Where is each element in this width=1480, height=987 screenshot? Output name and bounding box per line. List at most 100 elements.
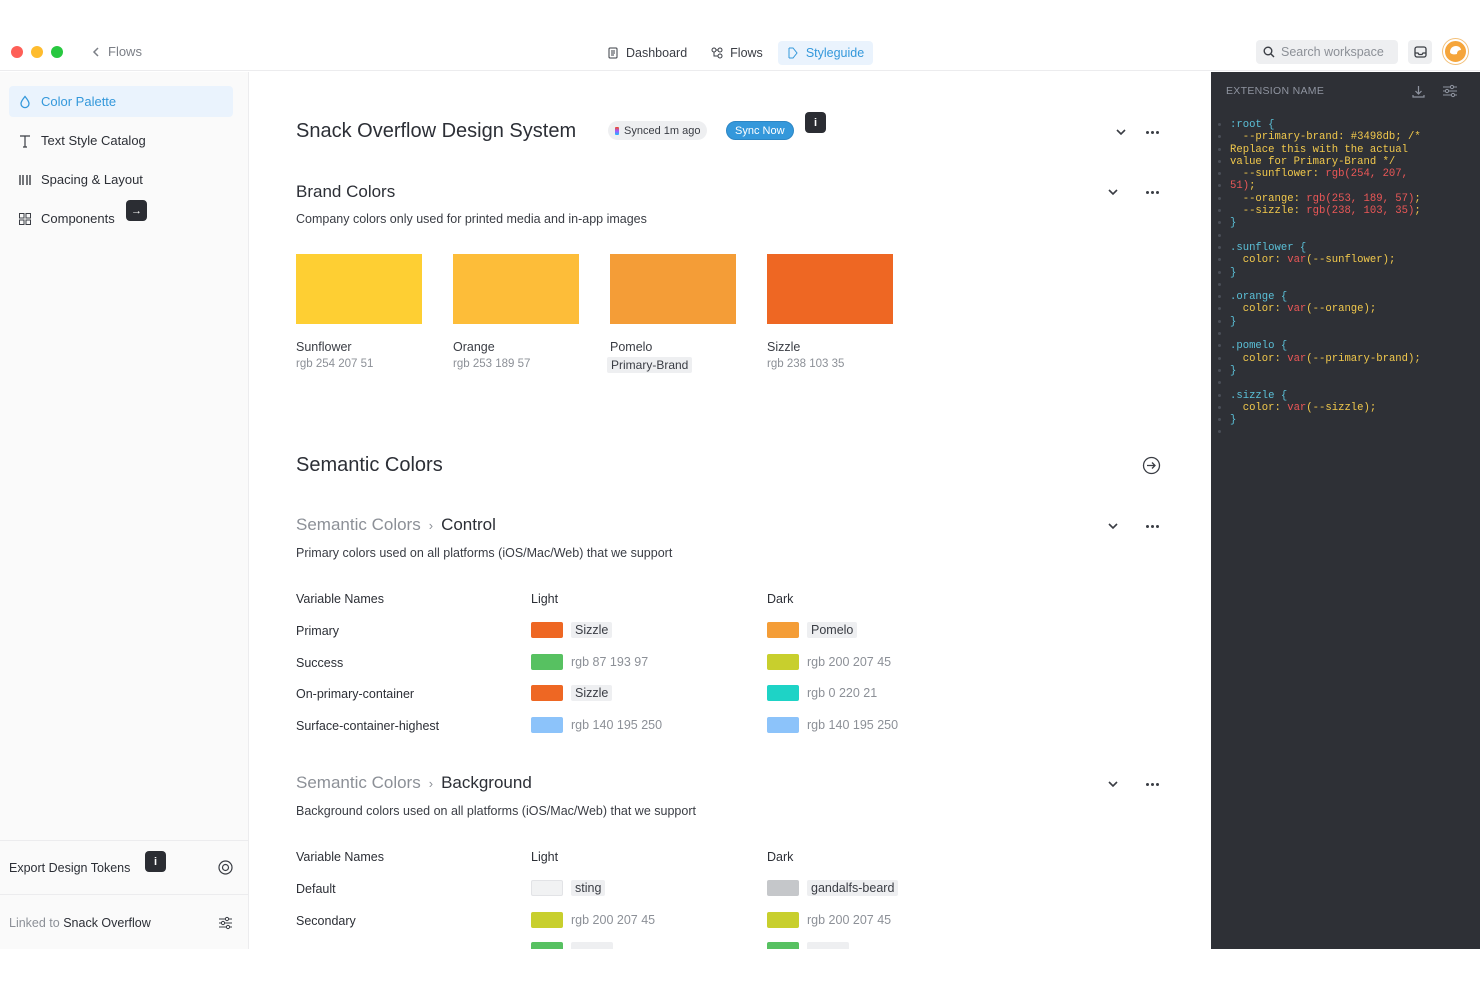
light-color-cell[interactable]: rgb 200 207 45: [531, 911, 656, 928]
avatar-icon: [1450, 46, 1461, 55]
code-token: rgb(254, 207,: [1325, 168, 1409, 181]
color-value: rgb 200 207 45: [571, 912, 656, 927]
swatch-token-ref[interactable]: Primary-Brand: [607, 357, 693, 373]
back-label: Flows: [108, 44, 142, 59]
more-menu-button[interactable]: [1144, 518, 1160, 534]
dark-color-cell[interactable]: gandalfs-beard: [767, 880, 899, 896]
dark-color-cell[interactable]: rgb 200 207 45: [767, 911, 891, 928]
info-icon[interactable]: i: [145, 851, 166, 872]
chevron-down-icon[interactable]: [1106, 185, 1120, 199]
light-color-cell[interactable]: Sizzle: [531, 622, 613, 638]
search-placeholder: Search workspace: [1281, 45, 1384, 59]
code-line: }: [1230, 267, 1421, 279]
swatch-orange[interactable]: [453, 254, 579, 324]
token-ref[interactable]: Sizzle: [571, 685, 613, 701]
dark-color-cell[interactable]: rgb 140 195 250: [767, 716, 898, 733]
color-chip: [531, 653, 563, 670]
dark-color-cell[interactable]: rgb 200 207 45: [767, 653, 891, 670]
sync-now-button[interactable]: Sync Now: [726, 121, 794, 140]
breadcrumb-background: Semantic Colors › Background: [296, 773, 532, 793]
avatar[interactable]: [1443, 39, 1468, 64]
breadcrumb-root[interactable]: Semantic Colors: [296, 515, 421, 535]
code-line: --sunflower: rgb(254, 207,: [1230, 168, 1421, 180]
close-window-button[interactable]: [11, 46, 23, 58]
code-token: color:: [1230, 401, 1288, 414]
dark-color-cell[interactable]: Pomelo: [767, 622, 858, 638]
swatch-sunflower[interactable]: [296, 254, 422, 324]
tab-flows[interactable]: Flows: [702, 41, 772, 65]
code-line: color: var(--primary-brand);: [1230, 353, 1421, 365]
settings-sliders-icon[interactable]: [1442, 84, 1458, 98]
light-color-cell[interactable]: rgb 87 193 97: [531, 653, 648, 670]
code-token: ;: [1414, 205, 1421, 218]
zoom-window-button[interactable]: [51, 46, 63, 58]
gutter-dot: [1218, 147, 1221, 151]
search-input[interactable]: Search workspace: [1256, 40, 1398, 64]
chevron-down-icon[interactable]: [1114, 125, 1128, 139]
dark-color-cell[interactable]: rgb 0 220 21: [767, 685, 877, 701]
back-link[interactable]: Flows: [92, 44, 142, 59]
code-token: color:: [1230, 352, 1288, 365]
token-ref[interactable]: Sizzle: [571, 622, 613, 638]
arrow-right-icon[interactable]: →: [126, 200, 147, 221]
gutter-dot: [1218, 393, 1221, 397]
swatch-pomelo[interactable]: [610, 254, 736, 324]
settings-sliders-icon[interactable]: [218, 916, 233, 930]
export-design-tokens-link[interactable]: Export Design Tokens: [9, 861, 130, 875]
more-menu-button[interactable]: [1144, 124, 1160, 140]
code-token: ;: [1249, 180, 1256, 193]
linked-name[interactable]: Snack Overflow: [63, 916, 151, 930]
token-ref[interactable]: sting: [571, 880, 606, 896]
spacing-icon: [19, 174, 31, 185]
light-color-cell[interactable]: sting: [531, 880, 606, 896]
tab-label: Flows: [730, 46, 763, 60]
code-token: Replace this with the actual: [1230, 143, 1409, 156]
code-token: }: [1230, 414, 1237, 427]
export-tokens-row: Export Design Tokens i: [0, 840, 248, 894]
code-token: color:: [1230, 303, 1288, 316]
download-icon[interactable]: [1411, 84, 1426, 99]
code-line: color: var(--orange);: [1230, 303, 1421, 315]
help-icon[interactable]: [218, 860, 233, 875]
tab-dashboard[interactable]: Dashboard: [598, 41, 696, 65]
code-token: 51): [1230, 180, 1250, 193]
light-color-cell[interactable]: Sizzle: [531, 685, 613, 701]
inbox-button[interactable]: [1408, 40, 1432, 64]
gutter-dot: [1218, 123, 1221, 126]
code-gutter: [1218, 123, 1222, 443]
chevron-down-icon[interactable]: [1106, 777, 1120, 791]
code-line: }: [1230, 365, 1421, 377]
swatch-sizzle[interactable]: [767, 254, 893, 324]
sidebar-item-components[interactable]: Components: [9, 203, 233, 234]
code-token: var: [1287, 352, 1307, 365]
sidebar-item-text-style-catalog[interactable]: Text Style Catalog: [9, 125, 233, 156]
gutter-dot: [1218, 258, 1221, 262]
code-line: 51);: [1230, 180, 1421, 192]
code-token: --orange:: [1230, 192, 1307, 205]
arrow-circle-right-icon[interactable]: [1142, 456, 1161, 475]
title-bar: Flows Dashboard Flows Styleguide Search …: [0, 38, 1480, 71]
sidebar-item-spacing-layout[interactable]: Spacing & Layout: [9, 164, 233, 195]
chevron-right-icon: ›: [428, 775, 434, 791]
swatch-value: rgb 238 103 35: [767, 358, 845, 370]
token-ref[interactable]: Pomelo: [807, 622, 858, 638]
light-color-cell[interactable]: rgb 140 195 250: [531, 716, 662, 733]
code-token: (--primary-brand);: [1306, 352, 1421, 365]
more-menu-button[interactable]: [1144, 184, 1160, 200]
token-ref[interactable]: gandalfs-beard: [807, 880, 899, 896]
column-header: Light: [531, 850, 559, 864]
code-token: }: [1230, 217, 1237, 230]
more-menu-button[interactable]: [1144, 776, 1160, 792]
code-token: --sizzle:: [1230, 205, 1307, 218]
inbox-icon: [1413, 46, 1427, 58]
color-chip: [767, 685, 799, 701]
column-header: Light: [531, 592, 559, 606]
tab-styleguide[interactable]: Styleguide: [777, 41, 874, 65]
info-icon[interactable]: i: [805, 112, 826, 133]
code-block[interactable]: :root { --primary-brand: #3498db; /* Repl…: [1230, 119, 1421, 426]
chevron-down-icon[interactable]: [1106, 519, 1120, 533]
minimize-window-button[interactable]: [31, 46, 43, 58]
code-token: .orange {: [1230, 291, 1288, 304]
breadcrumb-root[interactable]: Semantic Colors: [296, 773, 421, 793]
sidebar-item-color-palette[interactable]: Color Palette: [9, 86, 233, 117]
